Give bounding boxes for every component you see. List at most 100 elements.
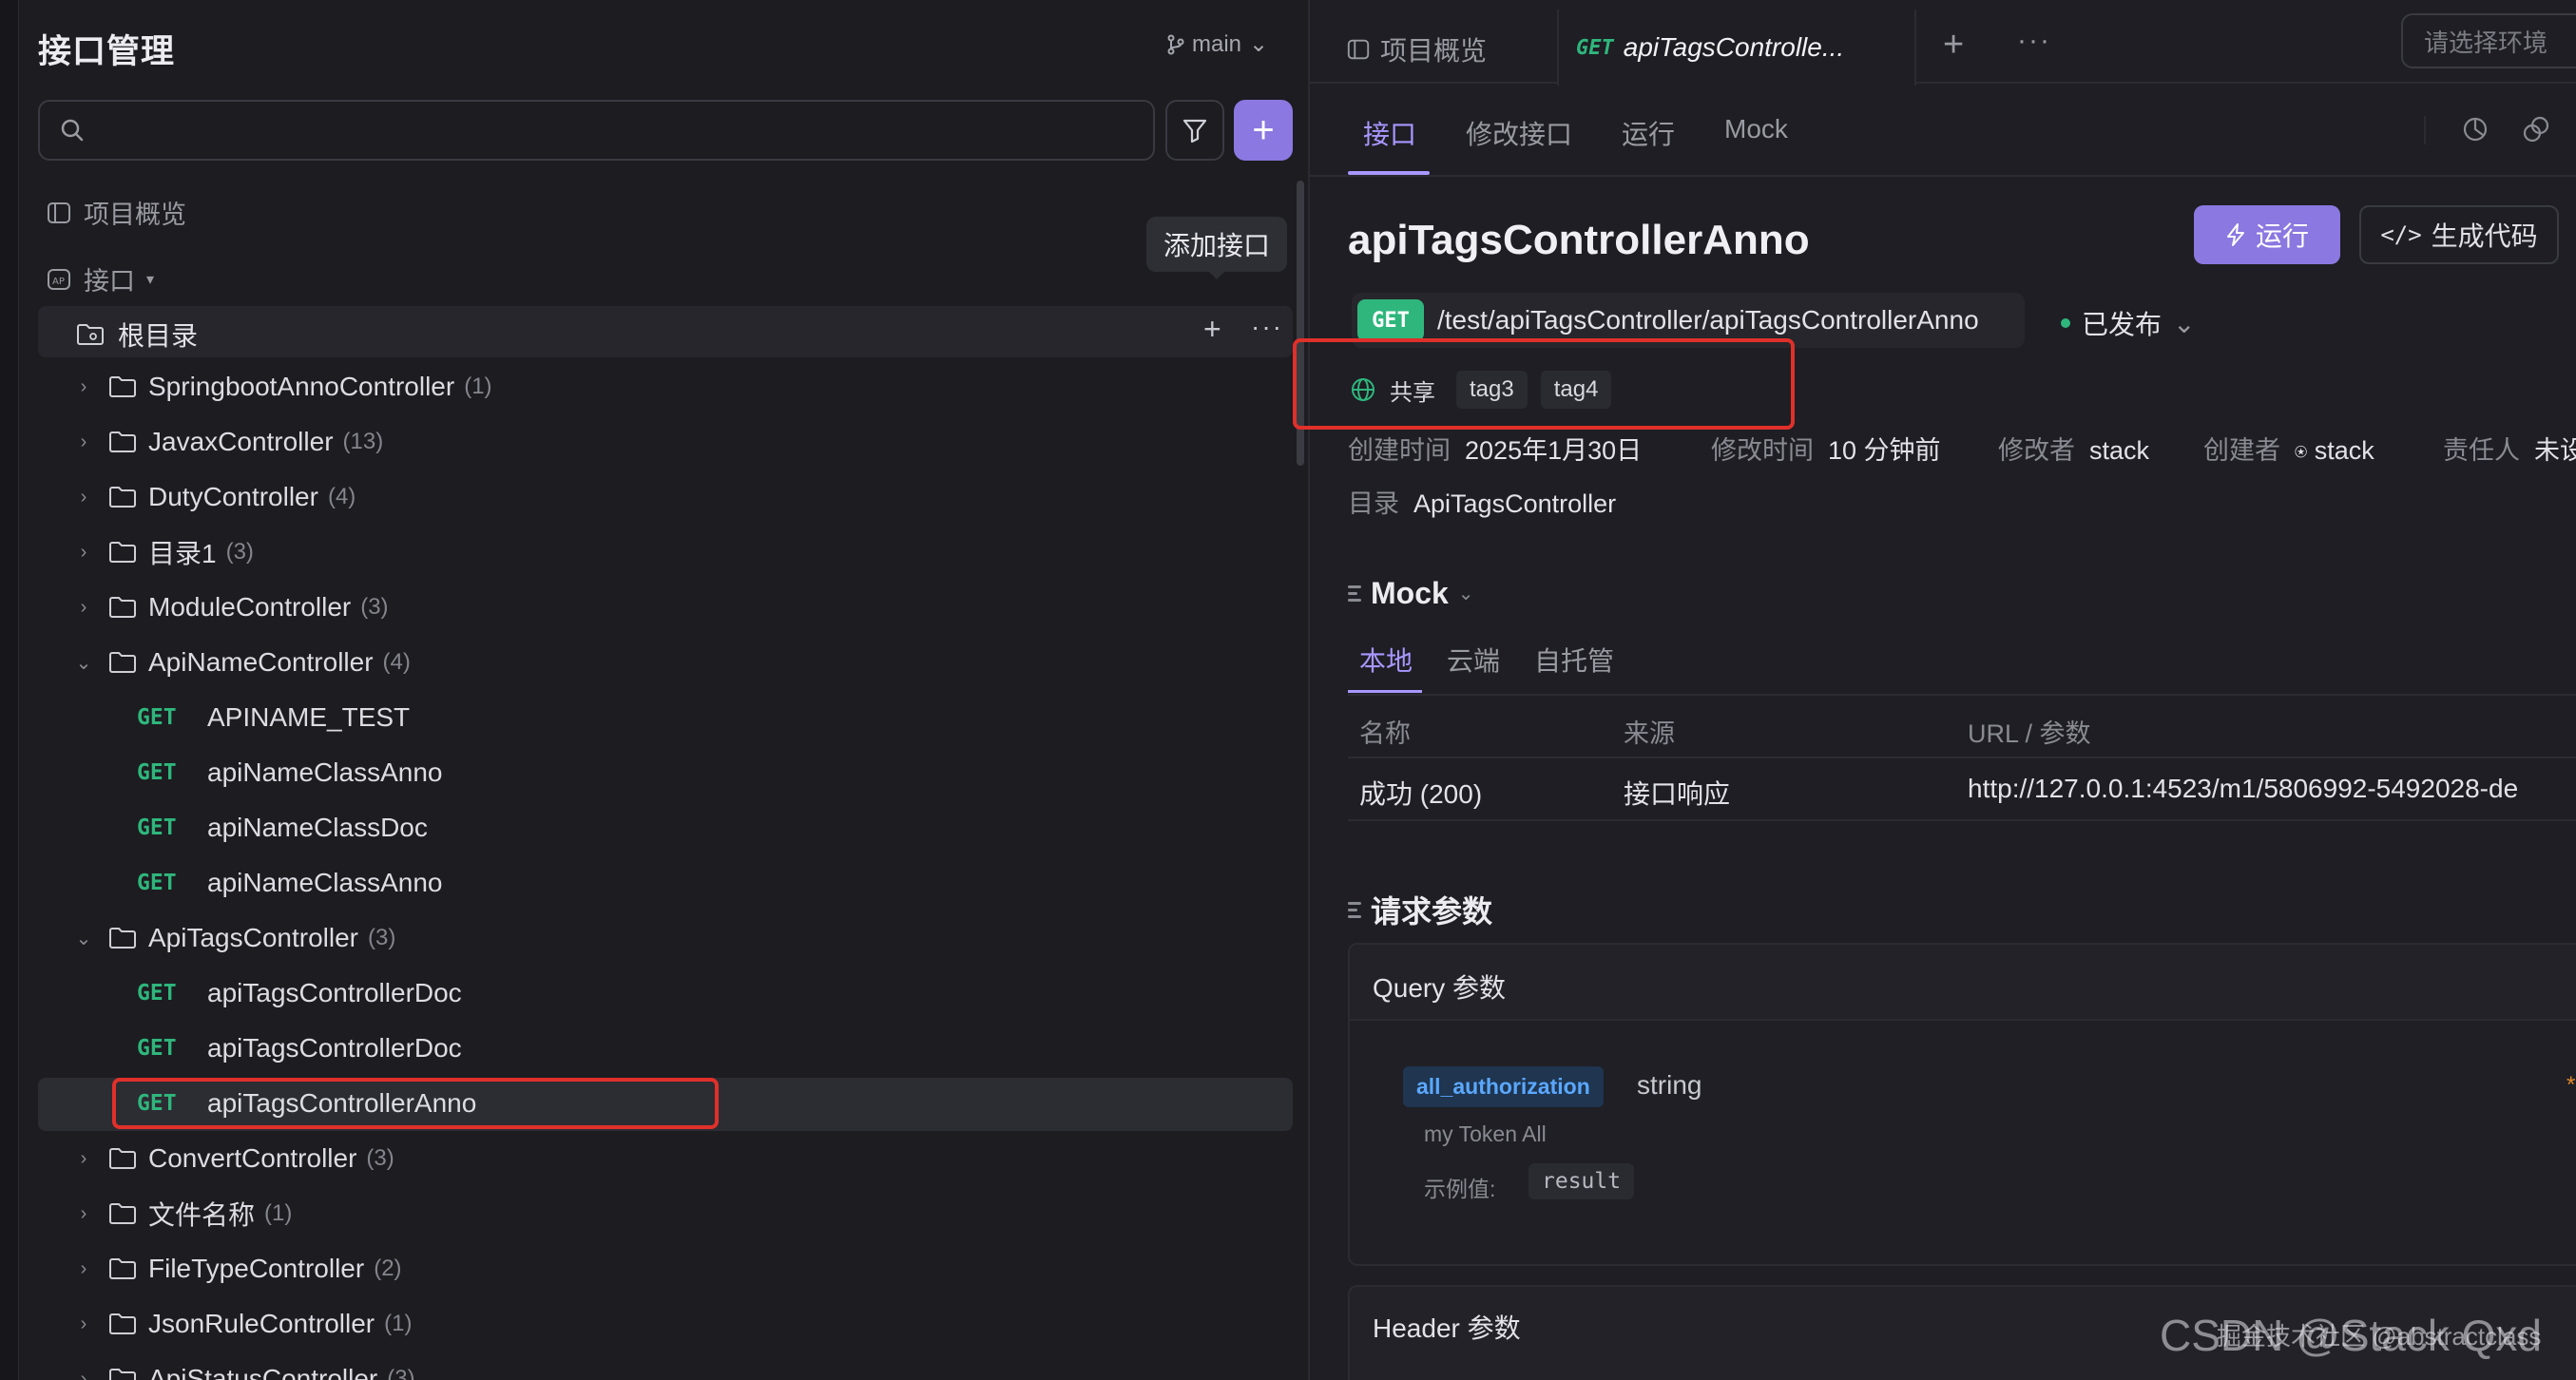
folder-label: FileTypeController [148, 1254, 365, 1283]
param-name-badge: all_authorization [1403, 1066, 1604, 1107]
chevron-right-icon[interactable]: › [72, 487, 95, 508]
mock-tab-cloud[interactable]: 云端 [1447, 641, 1500, 679]
mock-tab-local[interactable]: 本地 [1359, 641, 1413, 679]
status-selector[interactable]: 已发布 ⌄ [2061, 304, 2195, 342]
highlight-box-tags [1293, 338, 1795, 430]
chevron-right-icon[interactable]: › [72, 542, 95, 564]
mock-cell-name[interactable]: 成功 (200) [1359, 774, 1482, 812]
tab-active-api[interactable]: GET apiTagsControlle... [1557, 10, 1916, 86]
tree-folder[interactable]: › JavaxController (13) [72, 414, 384, 470]
folder-icon [108, 1201, 137, 1226]
root-folder-label: 根目录 [118, 321, 199, 351]
subtab-run[interactable]: 运行 [1622, 114, 1675, 152]
share-icon[interactable] [2521, 114, 2551, 144]
folder-count: (3) [366, 1145, 394, 1171]
folder-label: DutyController [148, 482, 318, 511]
method-label: GET [137, 1036, 177, 1061]
meta-owner[interactable]: 责任人 未设 [2443, 430, 2576, 467]
tree-folder[interactable]: › SpringbootAnnoController (1) [72, 359, 492, 414]
tree-api-item[interactable]: GET apiNameClassAnno [137, 855, 442, 910]
mock-cell-url[interactable]: http://127.0.0.1:4523/m1/5806992-5492028… [1968, 774, 2518, 804]
run-button[interactable]: 运行 [2194, 205, 2340, 264]
api-icon: AP [46, 266, 72, 293]
branch-selector[interactable]: main ⌄ [1167, 30, 1268, 58]
chevron-right-icon[interactable]: › [72, 1203, 95, 1225]
add-api-button[interactable]: + [1234, 100, 1293, 161]
sidebar-item-overview[interactable]: 项目概览 [46, 194, 186, 231]
request-params-title: 请求参数 [1348, 888, 1492, 931]
method-label: GET [137, 871, 177, 895]
tree-folder[interactable]: › JsonRuleController (1) [72, 1296, 413, 1351]
root-folder[interactable]: 根目录 [76, 316, 198, 354]
plus-icon: + [1252, 109, 1275, 151]
subtab-mock[interactable]: Mock [1724, 114, 1788, 144]
root-more-icon[interactable]: ··· [1251, 314, 1283, 340]
mock-section-title[interactable]: Mock ⌄ [1348, 576, 1474, 611]
mock-tab-underline [1348, 690, 1422, 693]
tree-folder[interactable]: › ModuleController (3) [72, 580, 389, 635]
tree-folder[interactable]: › ConvertController (3) [72, 1131, 394, 1186]
folder-icon [108, 1367, 137, 1380]
chevron-down-icon[interactable]: ⌄ [72, 651, 95, 675]
root-folder-row[interactable] [38, 306, 1293, 357]
api-title: apiTagsControllerAnno [1348, 217, 1810, 263]
top-tab-bar [1308, 0, 2576, 84]
tab-method: GET [1576, 35, 1614, 60]
lightning-icon [2225, 222, 2246, 247]
param-example-value: result [1528, 1163, 1635, 1199]
column-header: 来源 [1624, 719, 1675, 748]
meta-creator: 创建者 ⍟ stack [2203, 430, 2374, 467]
history-icon[interactable] [2460, 114, 2490, 144]
more-tabs-icon[interactable]: ··· [2017, 27, 2051, 55]
folder-icon [108, 1312, 137, 1336]
chevron-right-icon[interactable]: › [72, 1313, 95, 1335]
folder-icon [108, 650, 137, 675]
branch-icon [1167, 34, 1184, 55]
tree-folder[interactable]: › 文件名称 (1) [72, 1186, 293, 1241]
chevron-right-icon[interactable]: › [72, 1148, 95, 1170]
tree-api-item[interactable]: GET apiTagsControllerDoc [137, 1021, 462, 1076]
folder-count: (3) [368, 925, 396, 950]
chevron-right-icon[interactable]: › [72, 376, 95, 398]
tree-folder[interactable]: ⌄ ApiTagsController (3) [72, 910, 396, 966]
tab-project-overview[interactable]: 项目概览 [1346, 30, 1487, 68]
sidebar-item-api[interactable]: AP 接口 ▾ [46, 260, 154, 297]
folder-label: ApiTagsController [148, 923, 358, 952]
column-header: 名称 [1359, 719, 1411, 748]
tree-api-item[interactable]: GET APINAME_TEST [137, 690, 410, 745]
filter-button[interactable] [1165, 100, 1224, 161]
subtab-edit[interactable]: 修改接口 [1466, 114, 1572, 152]
tree-folder[interactable]: ⌄ ApiNameController (4) [72, 635, 411, 690]
watermark-small: 掘金技术社区 @abstractclass [2217, 1322, 2542, 1351]
generate-code-button[interactable]: </> 生成代码 [2359, 205, 2559, 264]
meta-key: 创建时间 [1348, 436, 1451, 465]
folder-icon [108, 540, 137, 565]
chevron-right-icon[interactable]: › [72, 597, 95, 619]
chevron-right-icon[interactable]: › [72, 1369, 95, 1380]
chevron-right-icon[interactable]: › [72, 431, 95, 453]
meta-created: 创建时间 2025年1月30日 [1348, 430, 1642, 467]
environment-select[interactable]: 请选择环境 [2401, 13, 2576, 68]
tree-folder[interactable]: › DutyController (4) [72, 470, 356, 525]
tree-folder[interactable]: › FileTypeController (2) [72, 1241, 402, 1296]
tree-api-item[interactable]: GET apiTagsControllerDoc [137, 966, 462, 1021]
mock-tab-selfhosted[interactable]: 自托管 [1534, 641, 1614, 679]
tree-folder[interactable]: › ApiStatusController (3) [72, 1351, 415, 1380]
tree-api-item[interactable]: GET apiNameClassDoc [137, 800, 428, 855]
chevron-down-icon[interactable]: ⌄ [72, 927, 95, 950]
root-add-icon[interactable]: + [1203, 314, 1221, 344]
new-tab-icon[interactable]: + [1943, 27, 1964, 63]
chevron-right-icon[interactable]: › [72, 1258, 95, 1280]
root-folder-icon [76, 322, 105, 347]
folder-icon [108, 595, 137, 620]
tree-folder[interactable]: › 目录1 (3) [72, 525, 254, 580]
method-label: GET [137, 705, 177, 730]
divider [1348, 819, 2576, 821]
overview-icon [1346, 37, 1371, 62]
branch-label: main [1192, 30, 1242, 57]
search-input[interactable] [38, 100, 1155, 161]
folder-count: (4) [382, 649, 411, 675]
tree-api-item[interactable]: GET apiNameClassAnno [137, 745, 442, 800]
subtab-api[interactable]: 接口 [1363, 114, 1416, 152]
section-icon [1348, 901, 1361, 918]
